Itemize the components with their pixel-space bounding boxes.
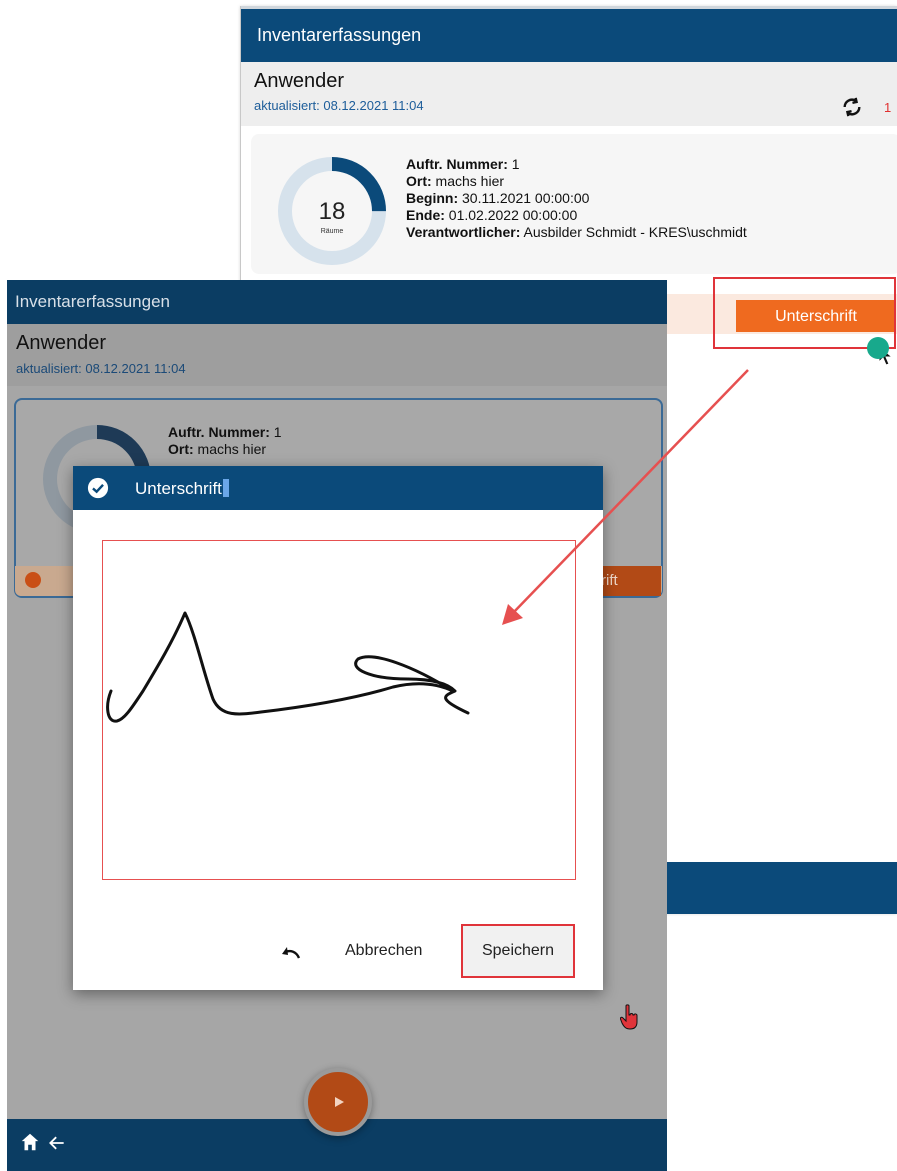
pending-sync-count: 1 xyxy=(884,100,892,115)
user-name: Anwender xyxy=(16,332,107,354)
app-bar: Inventarerfassungen xyxy=(241,6,897,62)
user-header: Anwender aktualisiert: 08.12.2021 11:04 … xyxy=(241,62,897,126)
rooms-count: 18 xyxy=(318,198,346,225)
last-updated: aktualisiert: 08.12.2021 11:04 xyxy=(16,361,186,376)
dialog-title-text: Unterschrift xyxy=(135,479,222,498)
location-value: machs hier xyxy=(193,441,267,457)
home-icon[interactable] xyxy=(19,1131,41,1153)
play-icon xyxy=(335,1097,344,1107)
location-label: Ort: xyxy=(168,441,194,457)
save-button[interactable]: Speichern xyxy=(461,924,575,978)
order-number-value: 1 xyxy=(507,156,520,172)
dialog-header: Unterschrift xyxy=(73,466,603,510)
user-name: Anwender xyxy=(254,70,345,92)
check-circle-icon xyxy=(87,477,109,499)
order-number-label: Auftr. Nummer: xyxy=(168,424,270,440)
order-number-value: 1 xyxy=(269,424,282,440)
undo-icon xyxy=(282,947,301,959)
location-value: machs hier xyxy=(431,173,505,189)
back-arrow-icon[interactable] xyxy=(47,1133,67,1153)
responsible-label: Verantwortlicher: xyxy=(406,224,521,240)
location-label: Ort: xyxy=(406,173,432,189)
start-label: Beginn: xyxy=(406,190,459,206)
cancel-button[interactable]: Abbrechen xyxy=(341,938,426,964)
start-value: 30.11.2021 00:00:00 xyxy=(458,190,590,206)
order-details: Auftr. Nummer: 1 Ort: machs hier xyxy=(168,424,282,458)
status-dot-icon xyxy=(25,572,41,588)
dialog-title: Unterschrift xyxy=(135,479,229,499)
rooms-label: Räume xyxy=(320,228,344,235)
signature-stroke xyxy=(106,611,470,723)
sync-icon[interactable] xyxy=(841,96,863,118)
signature-button-highlight xyxy=(713,277,896,349)
end-value: 01.02.2022 00:00:00 xyxy=(444,207,578,223)
responsible-value: Ausbilder Schmidt - KRES\uschmidt xyxy=(520,224,747,240)
undo-button[interactable] xyxy=(279,943,303,961)
app-bar: Inventarerfassungen xyxy=(7,280,667,324)
signature-pad[interactable] xyxy=(102,540,576,880)
end-label: Ende: xyxy=(406,207,445,223)
last-updated: aktualisiert: 08.12.2021 11:04 xyxy=(254,98,424,113)
touch-indicator xyxy=(867,337,889,359)
order-details: Auftr. Nummer: 1 Ort: machs hier Beginn:… xyxy=(406,156,747,241)
app-title: Inventarerfassungen xyxy=(257,25,422,45)
app-title: Inventarerfassungen xyxy=(15,292,170,311)
order-number-label: Auftr. Nummer: xyxy=(406,156,508,172)
signature-dialog: Unterschrift Abbrechen Speichern xyxy=(73,466,603,990)
user-header: Anwender aktualisiert: 08.12.2021 11:04 xyxy=(7,324,667,386)
text-cursor xyxy=(222,479,229,497)
hand-cursor-icon xyxy=(620,1004,638,1030)
